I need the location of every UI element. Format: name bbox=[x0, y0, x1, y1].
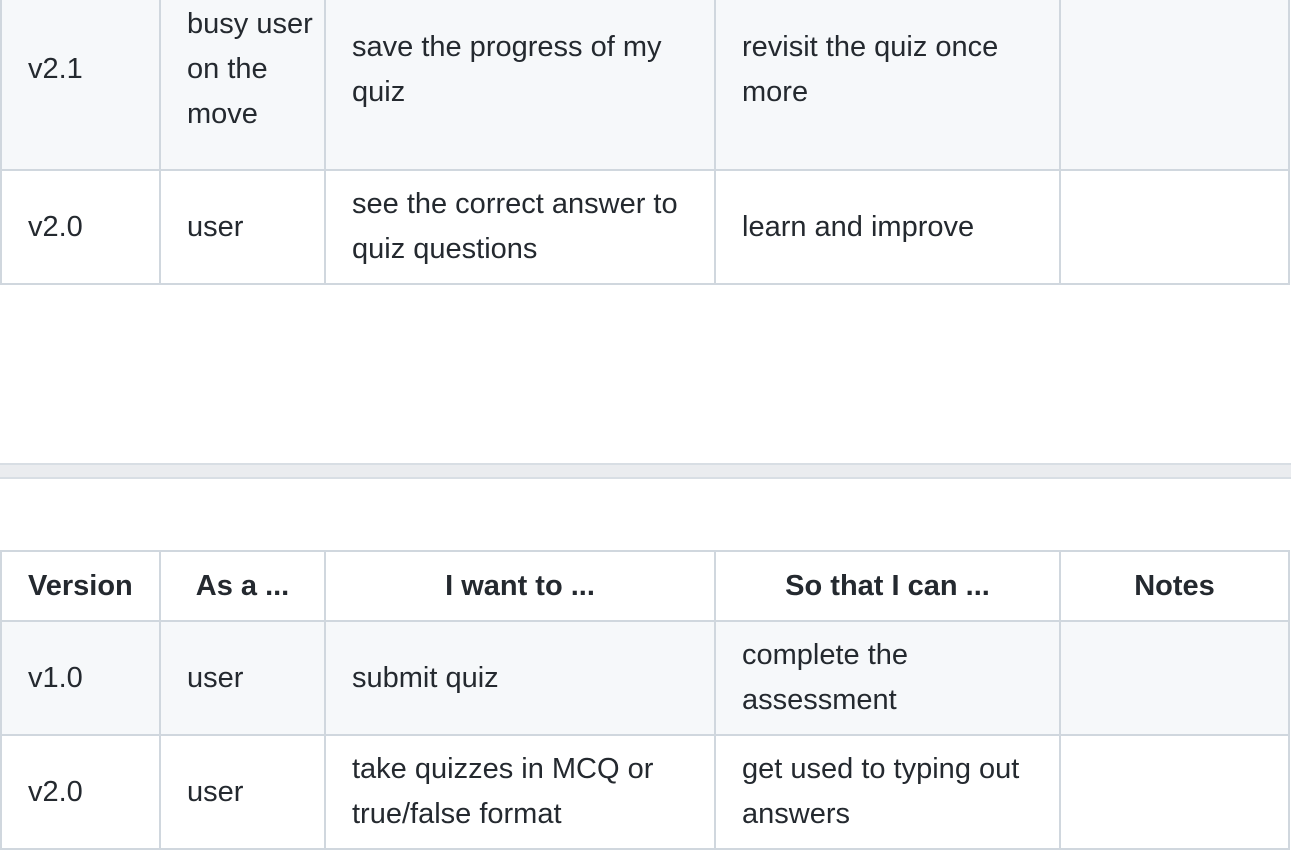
user-stories-table-upper: v2.1 busy user on the move save the prog… bbox=[0, 0, 1290, 285]
notes-cell bbox=[1059, 620, 1290, 736]
want-cell: submit quiz bbox=[324, 620, 716, 736]
table-header-row: Version As a ... I want to ... So that I… bbox=[0, 550, 1290, 622]
header-so-that-i-can: So that I can ... bbox=[714, 550, 1061, 622]
want-cell: see the correct answer to quiz questions bbox=[324, 169, 716, 285]
role-cell: user bbox=[159, 620, 326, 736]
benefit-cell: learn and improve bbox=[714, 169, 1061, 285]
table-row: v2.0 user take quizzes in MCQ or true/fa… bbox=[0, 734, 1290, 850]
table-row: v1.0 user submit quiz complete the asses… bbox=[0, 620, 1290, 736]
want-cell: take quizzes in MCQ or true/false format bbox=[324, 734, 716, 850]
role-cell: busy user on the move bbox=[159, 0, 326, 171]
want-cell: save the progress of my quiz bbox=[324, 0, 716, 171]
benefit-cell: get used to typing out answers bbox=[714, 734, 1061, 850]
section-divider bbox=[0, 463, 1291, 479]
header-notes: Notes bbox=[1059, 550, 1290, 622]
role-cell: user bbox=[159, 734, 326, 850]
notes-cell bbox=[1059, 0, 1290, 171]
version-cell: v2.0 bbox=[0, 734, 161, 850]
user-stories-page: v2.1 busy user on the move save the prog… bbox=[0, 0, 1291, 850]
header-as-a: As a ... bbox=[159, 550, 326, 622]
table-row: v2.1 busy user on the move save the prog… bbox=[0, 0, 1290, 171]
role-cell: user bbox=[159, 169, 326, 285]
table-row: v2.0 user see the correct answer to quiz… bbox=[0, 169, 1290, 285]
notes-cell bbox=[1059, 734, 1290, 850]
notes-cell bbox=[1059, 169, 1290, 285]
benefit-cell: complete the assessment bbox=[714, 620, 1061, 736]
user-stories-table-lower: Version As a ... I want to ... So that I… bbox=[0, 550, 1290, 850]
version-cell: v2.1 bbox=[0, 0, 161, 171]
version-cell: v1.0 bbox=[0, 620, 161, 736]
header-version: Version bbox=[0, 550, 161, 622]
benefit-cell: revisit the quiz once more bbox=[714, 0, 1061, 171]
version-cell: v2.0 bbox=[0, 169, 161, 285]
header-i-want-to: I want to ... bbox=[324, 550, 716, 622]
